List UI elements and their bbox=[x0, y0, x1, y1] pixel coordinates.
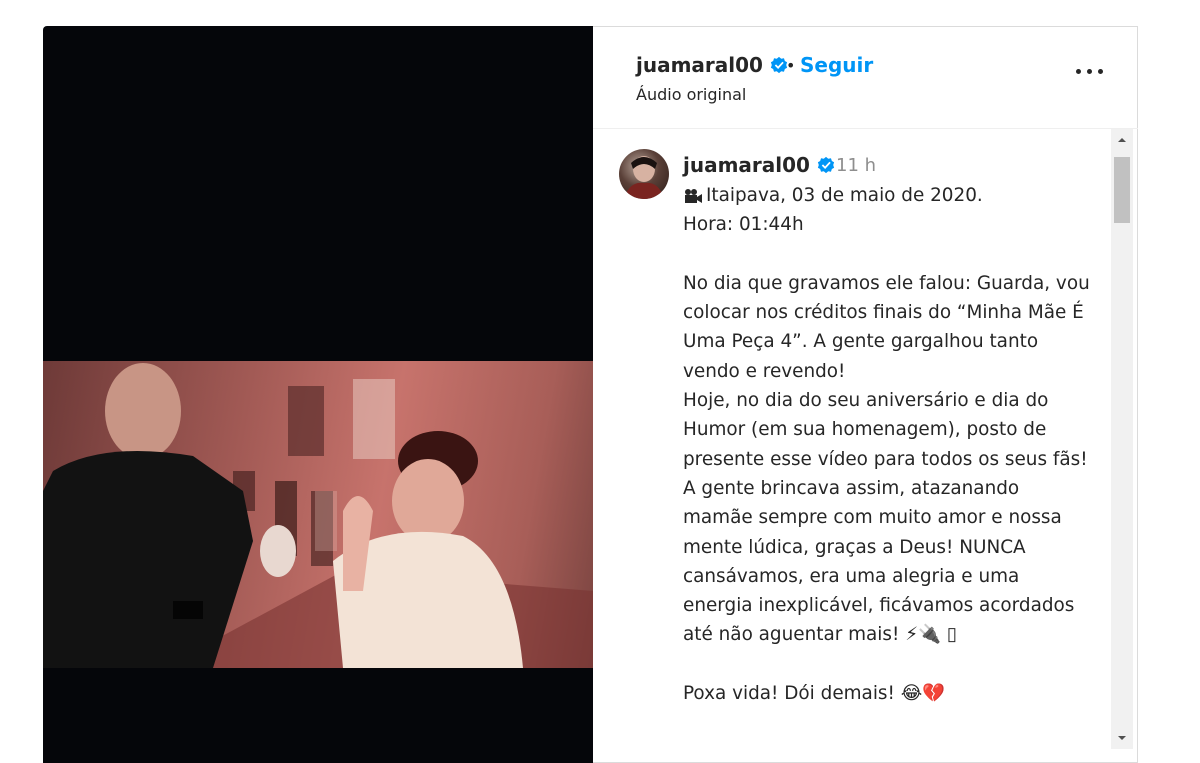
comments-area[interactable]: juamaral00 11 h Itaipava, 03 de maio de … bbox=[593, 129, 1138, 749]
verified-badge-icon bbox=[817, 156, 835, 173]
avatar[interactable] bbox=[619, 149, 669, 199]
author-username-link[interactable]: juamaral00 bbox=[636, 53, 788, 77]
post-side-panel: juamaral00 • Seguir Áudio original juama… bbox=[593, 26, 1138, 763]
caption-text: Itaipava, 03 de maio de 2020. Hora: 01:4… bbox=[683, 185, 1090, 705]
avatar-image bbox=[624, 156, 664, 199]
comment-timestamp[interactable]: 11 h bbox=[836, 155, 876, 176]
video-still-image bbox=[43, 363, 593, 668]
movie-camera-icon bbox=[685, 189, 702, 203]
post-caption: Itaipava, 03 de maio de 2020. Hora: 01:4… bbox=[683, 181, 1093, 708]
follow-button[interactable]: Seguir bbox=[800, 53, 873, 77]
comment-username-link[interactable]: juamaral00 bbox=[683, 153, 835, 177]
chevron-up-icon bbox=[1118, 138, 1126, 142]
video-player[interactable] bbox=[43, 26, 593, 763]
comments-scrollbar[interactable] bbox=[1111, 129, 1133, 749]
scroll-up-button[interactable] bbox=[1111, 129, 1133, 151]
audio-link[interactable]: Áudio original bbox=[636, 85, 746, 104]
scroll-down-button[interactable] bbox=[1111, 727, 1133, 749]
header-separator: • bbox=[786, 56, 796, 75]
chevron-down-icon bbox=[1118, 736, 1126, 740]
scrollbar-thumb[interactable] bbox=[1114, 157, 1130, 223]
post-header: juamaral00 • Seguir Áudio original bbox=[593, 27, 1138, 129]
more-options-icon[interactable] bbox=[1076, 59, 1106, 83]
video-frame[interactable] bbox=[43, 361, 593, 668]
